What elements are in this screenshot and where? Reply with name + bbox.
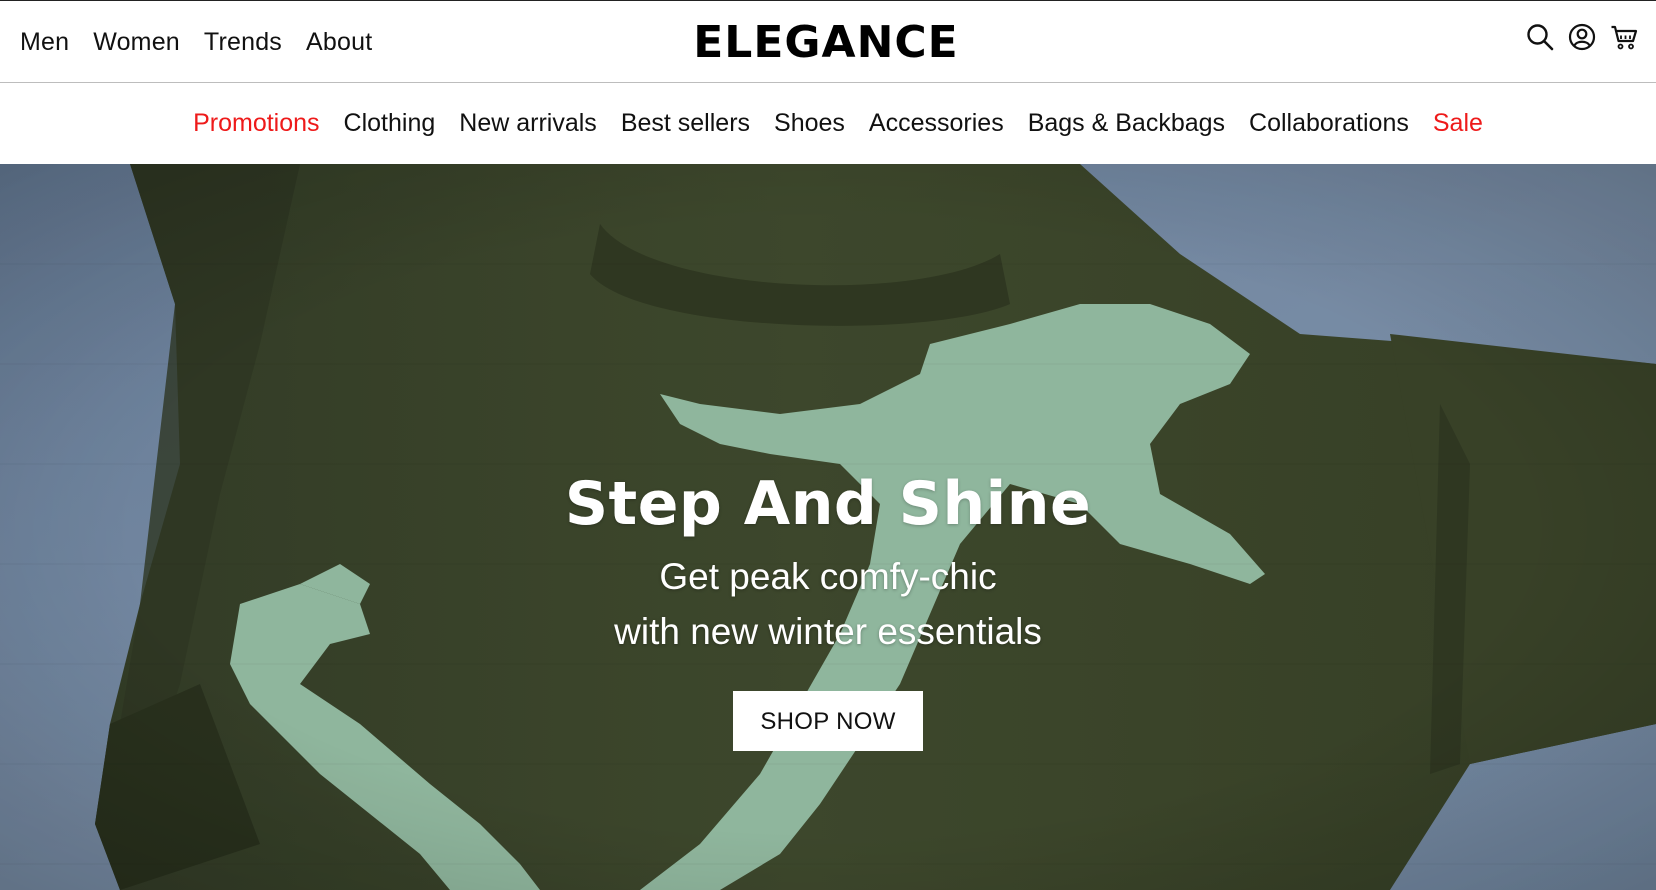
- category-sale[interactable]: Sale: [1433, 109, 1483, 138]
- header-icons: [1526, 21, 1638, 53]
- top-nav: Men Women Trends About: [20, 1, 372, 83]
- category-new-arrivals[interactable]: New arrivals: [459, 109, 597, 138]
- hero-subtitle-line-1: Get peak comfy-chic: [659, 556, 997, 597]
- site-logo[interactable]: ELEGANCE: [693, 17, 959, 68]
- category-nav: Promotions Clothing New arrivals Best se…: [0, 83, 1656, 164]
- category-clothing[interactable]: Clothing: [344, 109, 436, 138]
- category-collaborations[interactable]: Collaborations: [1249, 109, 1409, 138]
- nav-link-men[interactable]: Men: [20, 28, 69, 57]
- hero-content: Step And Shine Get peak comfy-chic with …: [0, 467, 1656, 751]
- shop-now-button[interactable]: SHOP NOW: [733, 691, 923, 751]
- account-icon[interactable]: [1568, 21, 1596, 53]
- nav-link-trends[interactable]: Trends: [204, 28, 282, 57]
- category-best-sellers[interactable]: Best sellers: [621, 109, 750, 138]
- nav-link-women[interactable]: Women: [93, 28, 180, 57]
- category-accessories[interactable]: Accessories: [869, 109, 1004, 138]
- hero-banner: Step And Shine Get peak comfy-chic with …: [0, 164, 1656, 890]
- search-icon[interactable]: [1526, 21, 1554, 53]
- top-header: Men Women Trends About ELEGANCE: [0, 0, 1656, 83]
- hero-subtitle-line-2: with new winter essentials: [614, 611, 1042, 652]
- hero-subtitle: Get peak comfy-chic with new winter esse…: [0, 549, 1656, 659]
- hero-title: Step And Shine: [564, 469, 1092, 539]
- category-bags-backbags[interactable]: Bags & Backbags: [1028, 109, 1225, 138]
- nav-link-about[interactable]: About: [306, 28, 372, 57]
- cart-icon[interactable]: [1610, 21, 1638, 53]
- category-promotions[interactable]: Promotions: [193, 109, 319, 138]
- category-shoes[interactable]: Shoes: [774, 109, 845, 138]
